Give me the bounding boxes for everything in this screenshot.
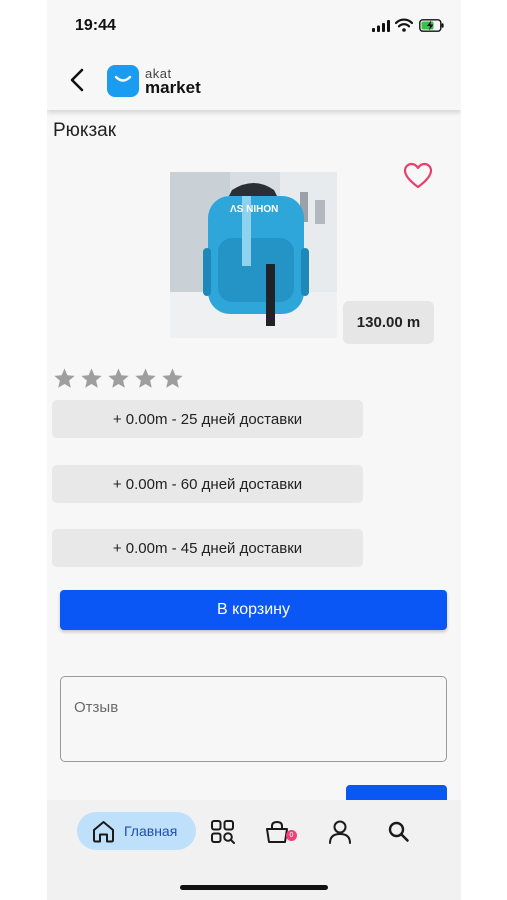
favorite-heart-icon[interactable] [403,162,433,190]
akat-market-logo: akat market [107,64,201,98]
price-badge: 130.00 m [343,301,434,344]
profile-person-icon[interactable] [327,819,353,845]
backpack-image: ɅS NIHON [170,172,337,338]
product-image[interactable]: ɅS NIHON [170,172,337,338]
signal-icon [372,20,390,32]
status-time: 19:44 [75,17,116,34]
star-icon[interactable] [107,367,130,390]
star-icon[interactable] [80,367,103,390]
status-bar: 19:44 [47,0,461,50]
nav-home-label: Главная [124,823,178,839]
delivery-option-45-days[interactable]: + 0.00m - 45 дней доставки [52,529,363,567]
search-icon[interactable] [386,819,412,845]
home-icon [93,820,114,842]
add-to-cart-button[interactable]: В корзину [60,590,447,630]
logo-text-bottom: market [145,78,201,97]
cart-count-badge: 0 [286,830,297,841]
delivery-option-25-days[interactable]: + 0.00m - 25 дней доставки [52,400,363,438]
star-icon[interactable] [53,367,76,390]
back-arrow-icon[interactable] [67,67,89,93]
home-indicator[interactable] [180,885,328,890]
shopping-bag-logo-icon [107,65,139,97]
battery-charging-icon [419,19,444,32]
review-input[interactable] [60,676,447,762]
app-header: akat market [47,50,461,110]
delivery-option-60-days[interactable]: + 0.00m - 60 дней доставки [52,465,363,503]
wifi-icon [395,18,413,32]
rating-stars[interactable] [53,367,184,390]
app-screen: 19:44 akat market Рюкзак ɅS NIHON 130.00… [47,0,461,900]
catalog-grid-search-icon[interactable] [210,819,236,845]
svg-text:ɅS NIHON: ɅS NIHON [230,204,278,215]
star-icon[interactable] [134,367,157,390]
star-icon[interactable] [161,367,184,390]
nav-home-tab[interactable]: Главная [77,812,196,850]
product-title: Рюкзак [53,120,117,141]
